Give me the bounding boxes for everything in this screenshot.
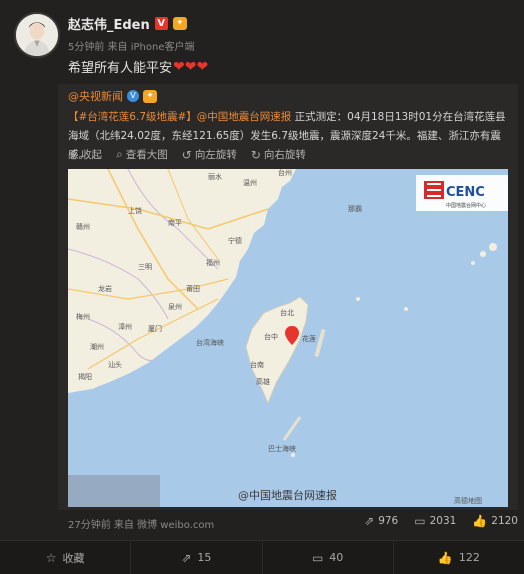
map-label: 巴士海峡 [268,444,296,453]
thumbs-up-icon: 👍 [472,514,488,528]
earthquake-map[interactable]: 温州 福州 台湾海峡 台北 高雄 巴士海峡 汕头 泉州 厦门 漳州 潮州 宁德 … [68,169,508,507]
original-author[interactable]: @央视新闻 V ✦ [68,88,157,104]
post-text-body: 希望所有人能平安 [68,61,173,76]
map-label: 潮州 [90,342,104,351]
thumbs-up-icon: 👍 [437,550,453,565]
map-label: 上饶 [128,206,142,215]
weibo-post: 赵志伟_Eden V ✦ 5分钟前 来自 iPhone客户端 希望所有人能平安 … [0,0,524,574]
map-label: 泉州 [168,302,182,311]
map-label: 揭阳 [78,372,92,381]
map-label: 福州 [206,258,220,267]
avatar[interactable] [14,12,60,58]
favorite-label: 收藏 [62,551,85,565]
collapse-icon: ⇞ [68,147,79,162]
comment-icon: ▭ [311,550,324,565]
view-large-label: 查看大图 [125,149,168,161]
repost-count[interactable]: ⇗ 976 [364,514,398,528]
image-toolbar: ⇞ 收起 ⌕ 查看大图 ↺ 向左旋转 ↻ 向右旋转 [68,147,306,162]
map-label: 台南 [250,360,264,369]
rotate-left-label: 向左旋转 [194,149,237,161]
like-button[interactable]: 👍 122 [394,541,524,574]
search-icon: ⌕ [116,147,123,161]
map-label: 台湾海峡 [196,338,224,347]
map-label: 台州 [278,169,292,177]
collapse-label: 收起 [81,149,103,161]
repost-card: @央视新闻 V ✦ 【#台湾花莲6.7级地震#】@中国地震台网速报 正式测定：0… [58,84,518,510]
post-text: 希望所有人能平安 ❤❤❤ [68,57,209,77]
map-stamp: 高德地图 [454,496,482,505]
map-watermark: @中国地震台网速报 [238,488,337,502]
cenc-logo-sub: 中国地震台网中心 [446,202,486,209]
comment-label: 40 [329,551,344,564]
rotate-right-icon: ↻ [250,147,261,162]
heart-icons: ❤❤❤ [173,58,209,75]
username-text[interactable]: 赵志伟_Eden [68,14,150,33]
map-label: 赣州 [76,222,90,231]
map-label: 台北 [280,308,294,317]
repost-meta[interactable]: 27分钟前 来自 微博 weibo.com [68,516,214,531]
comment-icon: ▭ [414,514,426,528]
map-label: 那霸 [348,205,362,213]
share-icon: ⇗ [181,550,192,565]
favorite-button[interactable]: ☆ 收藏 [0,541,132,574]
cenc-logo-text: CENC [446,185,485,200]
map-label: 花莲 [302,334,316,343]
username[interactable]: 赵志伟_Eden V ✦ [68,14,187,33]
repost-label: 15 [197,551,212,564]
collapse-button[interactable]: ⇞ 收起 [68,147,102,162]
map-label: 温州 [243,178,257,187]
map-label: 莆田 [186,284,200,293]
fan-badge-icon: ✦ [172,17,187,30]
map-label: 龙岩 [98,284,112,293]
repost-button[interactable]: ⇗ 15 [131,541,263,574]
share-icon: ⇗ [364,514,375,528]
map-label: 漳州 [118,322,132,331]
map-label: 宁德 [228,236,242,245]
rotate-right-label: 向右旋转 [263,149,306,161]
map-label: 汕头 [108,360,122,369]
map-label: 梅州 [76,312,90,321]
map-label: 三明 [138,263,152,271]
rotate-left-icon: ↺ [181,147,192,162]
comment-button[interactable]: ▭ 40 [263,541,394,574]
like-count[interactable]: 👍 2120 [472,514,518,528]
rotate-right-button[interactable]: ↻ 向右旋转 [251,147,306,162]
comment-count[interactable]: ▭ 2031 [414,514,456,528]
blue-verified-icon: V [127,90,139,102]
view-large-button[interactable]: ⌕ 查看大图 [116,147,168,162]
post-meta[interactable]: 5分钟前 来自 iPhone客户端 [68,38,194,53]
fan-badge-icon: ✦ [143,89,157,103]
mention-link[interactable]: @中国地震台网速报 [197,111,292,123]
comment-count-label: 2031 [429,515,457,527]
verified-icon: V [154,17,168,30]
cenc-logo: CENC 中国地震台网中心 [416,175,508,211]
map-label: 高雄 [256,377,270,386]
repost-count-label: 976 [378,515,399,527]
hashtag-link[interactable]: 【#台湾花莲6.7级地震#】 [68,111,197,123]
star-icon: ☆ [45,550,57,565]
map-label: 台中 [264,332,278,341]
map-label: 厦门 [148,324,162,333]
map-label: 丽水 [208,172,222,181]
action-bar: ☆ 收藏 ⇗ 15 ▭ 40 👍 122 [0,540,524,574]
rotate-left-button[interactable]: ↺ 向左旋转 [182,147,237,162]
like-label: 122 [458,551,480,564]
like-count-label: 2120 [491,515,518,527]
map-label: 南平 [168,218,182,227]
repost-stats: ⇗ 976 ▭ 2031 👍 2120 [364,514,518,528]
original-author-name[interactable]: @央视新闻 [68,88,123,104]
